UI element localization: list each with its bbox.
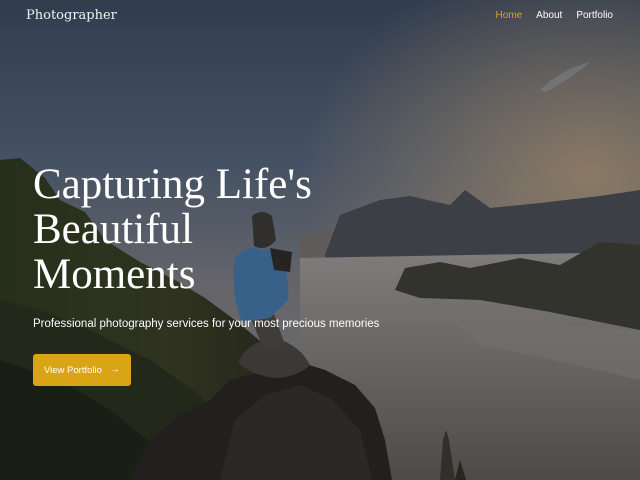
navbar: Photographer Home About Portfolio [0,0,640,34]
brand-logo[interactable]: Photographer [26,8,117,23]
hero-subtitle: Professional photography services for yo… [33,318,380,330]
hero-title: Capturing Life's Beautiful Moments [33,161,312,298]
view-portfolio-button[interactable]: View Portfolio → [33,354,131,386]
hero-section: Photographer Home About Portfolio Captur… [0,0,640,480]
arrow-right-icon: → [109,364,120,375]
nav-links: Home About Portfolio [495,10,613,21]
nav-link-about[interactable]: About [536,10,562,21]
nav-link-home[interactable]: Home [495,10,522,21]
nav-link-portfolio[interactable]: Portfolio [576,10,613,21]
hero-content: Capturing Life's Beautiful Moments Profe… [33,162,473,386]
view-portfolio-label: View Portfolio [44,364,102,376]
